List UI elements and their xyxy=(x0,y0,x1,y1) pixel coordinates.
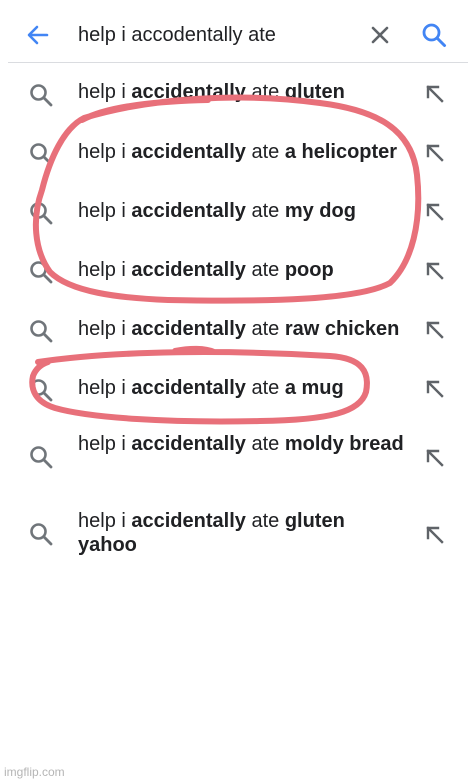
suggestion-text[interactable]: help i accidentally ate gluten xyxy=(78,80,408,104)
suggestion-bold2: a helicopter xyxy=(284,141,398,163)
fill-query-arrow-icon[interactable] xyxy=(424,142,446,164)
search-icon xyxy=(30,320,53,343)
suggestion-bold2: gluten xyxy=(284,81,345,103)
search-input[interactable]: help i accodentally ate xyxy=(78,21,276,49)
suggestion-prefix: help i xyxy=(78,433,132,455)
suggestion-bold1: accidentally xyxy=(131,141,246,163)
suggestion-mid: ate xyxy=(245,259,285,281)
suggestion-prefix: help i xyxy=(78,81,132,103)
search-icon xyxy=(30,261,53,284)
search-icon xyxy=(30,143,53,166)
suggestion-bold2: moldy bread xyxy=(284,433,404,455)
suggestion-text[interactable]: help i accidentally ate gluten yahoo xyxy=(78,509,408,557)
search-divider xyxy=(8,62,468,63)
suggestion-bold1: accidentally xyxy=(131,510,246,532)
fill-query-arrow-icon[interactable] xyxy=(424,260,446,282)
watermark: imgflip.com xyxy=(4,765,65,779)
suggestion-mid: ate xyxy=(245,318,285,340)
fill-query-arrow-icon[interactable] xyxy=(424,447,446,469)
suggestion-prefix: help i xyxy=(78,318,132,340)
suggestion-bold2: my dog xyxy=(284,200,356,222)
suggestion-bold1: accidentally xyxy=(131,200,246,222)
suggestion-text[interactable]: help i accidentally ate my dog xyxy=(78,199,408,223)
suggestion-mid: ate xyxy=(245,81,285,103)
suggestion-mid: ate xyxy=(245,433,285,455)
search-icon xyxy=(30,379,53,402)
suggestion-prefix: help i xyxy=(78,200,132,222)
suggestion-prefix: help i xyxy=(78,141,132,163)
suggestion-bold2: a mug xyxy=(284,377,344,399)
fill-query-arrow-icon[interactable] xyxy=(424,83,446,105)
suggestion-mid: ate xyxy=(245,200,285,222)
search-icon xyxy=(30,446,53,469)
suggestion-text[interactable]: help i accidentally ate a mug xyxy=(78,376,408,400)
fill-query-arrow-icon[interactable] xyxy=(424,378,446,400)
fill-query-arrow-icon[interactable] xyxy=(424,201,446,223)
suggestion-mid: ate xyxy=(245,510,285,532)
suggestion-prefix: help i xyxy=(78,377,132,399)
suggestion-bold1: accidentally xyxy=(131,433,246,455)
suggestion-mid: ate xyxy=(245,377,285,399)
suggestion-text[interactable]: help i accidentally ate raw chicken xyxy=(78,317,408,341)
close-icon[interactable] xyxy=(368,23,392,47)
search-icon xyxy=(30,84,53,107)
search-icon xyxy=(30,202,53,225)
search-icon xyxy=(30,523,53,546)
search-icon[interactable] xyxy=(420,21,448,49)
suggestion-bold1: accidentally xyxy=(131,81,246,103)
fill-query-arrow-icon[interactable] xyxy=(424,524,446,546)
suggestion-prefix: help i xyxy=(78,259,132,281)
suggestion-mid: ate xyxy=(245,141,285,163)
suggestion-prefix: help i xyxy=(78,510,132,532)
suggestion-text[interactable]: help i accidentally ate poop xyxy=(78,258,408,282)
suggestion-text[interactable]: help i accidentally ate moldy bread xyxy=(78,432,408,456)
suggestion-bold1: accidentally xyxy=(131,318,246,340)
suggestion-bold1: accidentally xyxy=(131,377,246,399)
search-bar: help i accodentally ate xyxy=(0,0,474,64)
arrow-left-icon[interactable] xyxy=(24,21,52,49)
suggestion-bold2: raw chicken xyxy=(284,318,400,340)
suggestion-bold1: accidentally xyxy=(131,259,246,281)
suggestion-text[interactable]: help i accidentally ate a helicopter xyxy=(78,140,408,164)
suggestion-bold2: poop xyxy=(284,259,334,281)
fill-query-arrow-icon[interactable] xyxy=(424,319,446,341)
